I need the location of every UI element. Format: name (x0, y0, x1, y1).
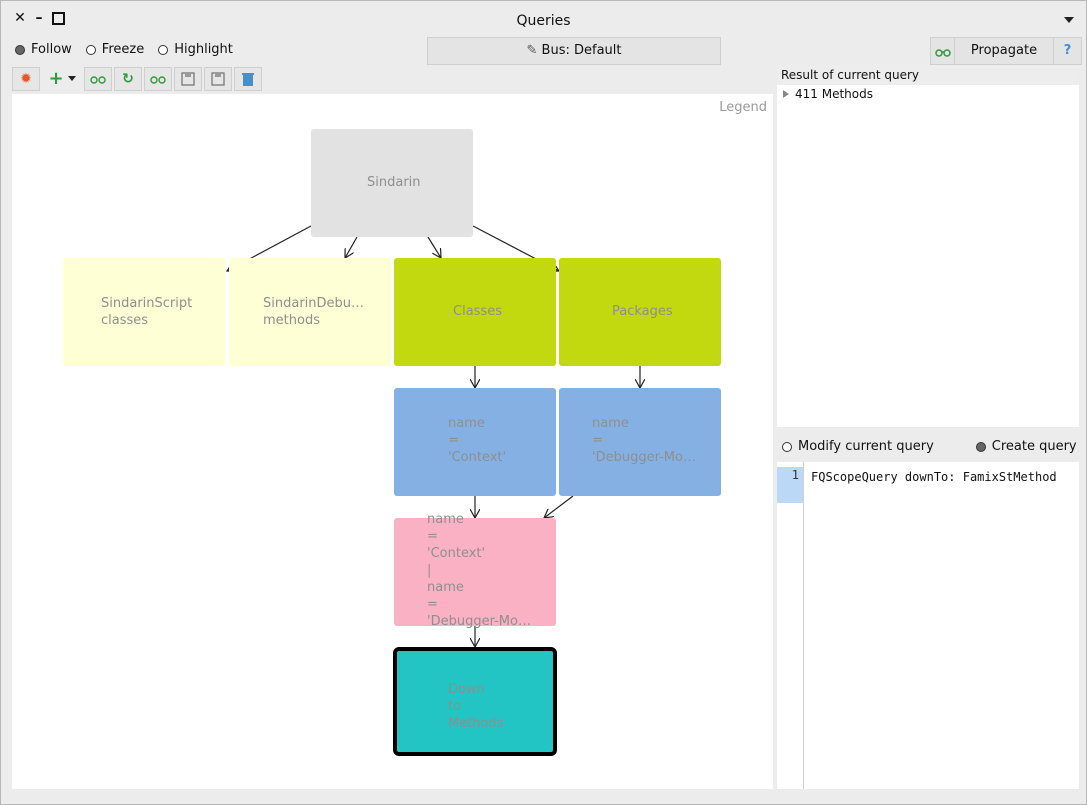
graph-node-union[interactable]: name = 'Context' | name = 'Debugger-Mo… (394, 512, 556, 629)
trash-icon[interactable] (234, 67, 262, 91)
edge (345, 236, 358, 258)
node-label: Sindarin (367, 175, 421, 190)
create-query-radio[interactable]: Create query (975, 439, 1077, 454)
modify-query-label: Modify current query (798, 439, 934, 454)
node-label: Down to Methods (448, 682, 504, 731)
node-label: Packages (612, 304, 673, 319)
graph-node-name-context[interactable]: name = 'Context' (394, 388, 556, 496)
edge (427, 236, 441, 258)
node-label: name = 'Context' (448, 416, 507, 465)
mode-radio-group: Follow Freeze Highlight (15, 42, 233, 57)
graph-node-down-to-methods[interactable]: Down to Methods (393, 647, 557, 756)
query-code-text[interactable]: FQScopeQuery downTo: FamixStMethod (811, 468, 1073, 486)
window-menu-icon[interactable] (1064, 17, 1074, 23)
result-item-label: 411 Methods (795, 87, 873, 101)
node-label: Classes (453, 304, 502, 319)
node-label: SindarinDebu… methods (263, 296, 365, 328)
graph-node-name-debugger[interactable]: name = 'Debugger-Mo… (559, 388, 721, 496)
graph-node-packages[interactable]: Packages (559, 258, 721, 366)
radio-unselected-icon (158, 44, 169, 55)
bus-button[interactable]: ✎ Bus: Default (427, 37, 721, 65)
refresh-icon[interactable]: ↻ (114, 67, 142, 91)
query-code-editor[interactable]: 1 FQScopeQuery downTo: FamixStMethod (777, 462, 1079, 789)
freeze-radio[interactable]: Freeze (85, 42, 145, 57)
dropdown-icon (67, 75, 76, 81)
create-query-label: Create query (991, 439, 1077, 454)
save-as-icon[interactable] (204, 67, 232, 91)
bus-button-label: Bus: Default (541, 43, 622, 58)
node-label: name = 'Context' | name = 'Debugger-Mo… (427, 512, 531, 629)
radio-unselected-icon (782, 441, 792, 452)
line-number: 1 (777, 467, 803, 503)
highlight-label: Highlight (174, 42, 233, 57)
graph-node-sindarinscript-classes[interactable]: SindarinScript classes (63, 258, 225, 366)
radio-selected-icon (15, 44, 25, 55)
radio-selected-icon (975, 441, 986, 452)
line-gutter: 1 (777, 462, 804, 789)
follow-radio[interactable]: Follow (15, 42, 72, 57)
queries-window: ✕ – Queries Follow Freeze Highlight ✎ Bu… (0, 0, 1087, 805)
glasses-icon[interactable] (84, 67, 112, 91)
pencil-icon: ✎ (526, 43, 538, 58)
edge (544, 495, 574, 518)
follow-label: Follow (31, 42, 72, 57)
add-query-button[interactable]: + (42, 67, 82, 89)
save-icon[interactable] (174, 67, 202, 91)
sun-icon[interactable]: ✹ (12, 67, 40, 91)
propagate-button[interactable]: Propagate (954, 37, 1054, 65)
graph-node-sindarindebug-methods[interactable]: SindarinDebu… methods (229, 258, 391, 366)
expand-icon[interactable] (783, 90, 789, 98)
freeze-label: Freeze (101, 42, 145, 57)
result-tree-item[interactable]: 411 Methods (783, 87, 873, 101)
glasses-icon[interactable] (144, 67, 172, 91)
node-label: name = 'Debugger-Mo… (592, 416, 696, 465)
help-button[interactable]: ? (1053, 37, 1082, 65)
result-header: Result of current query (777, 65, 1079, 85)
query-mode-radio-group: Modify current query Create query (782, 439, 1077, 454)
glasses-icon (935, 49, 951, 57)
modify-query-radio[interactable]: Modify current query (782, 439, 934, 454)
radio-unselected-icon (85, 44, 96, 55)
node-label: SindarinScript classes (101, 296, 193, 328)
propagate-icon-button[interactable] (930, 37, 956, 65)
highlight-radio[interactable]: Highlight (158, 42, 233, 57)
title-bar: ✕ – Queries (1, 1, 1086, 37)
graph-node-sindarin[interactable]: Sindarin (311, 129, 473, 237)
window-title: Queries (516, 13, 571, 29)
query-toolbar: ✹ + ↻ (12, 67, 262, 91)
result-panel: Result of current query 411 Methods (777, 65, 1079, 427)
graph-node-classes[interactable]: Classes (394, 258, 556, 366)
add-icon: + (48, 67, 64, 89)
query-graph-canvas[interactable]: Legend Sindarin SindarinScript classes S… (12, 94, 773, 789)
